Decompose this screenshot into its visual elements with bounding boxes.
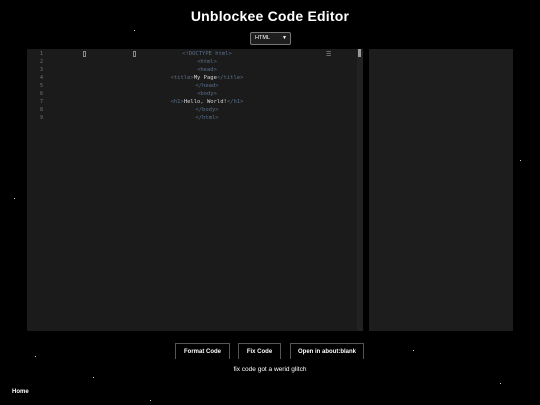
- fix-code-button[interactable]: Fix Code: [238, 343, 281, 359]
- code-editor[interactable]: 1 2 3 4 5 6 7 8 9 <!DOCTYPE html> <html>…: [27, 49, 363, 331]
- code-line: </head>: [195, 83, 219, 89]
- code-line: <body>: [197, 91, 217, 97]
- line-number: 9: [39, 115, 43, 121]
- language-select[interactable]: HTML ▼: [250, 32, 291, 45]
- editor-scrollbar[interactable]: [357, 49, 363, 331]
- home-link[interactable]: Home: [12, 389, 29, 395]
- line-number: 6: [39, 91, 43, 97]
- line-number: 8: [39, 107, 43, 113]
- status-message: fix code got a werid glitch: [233, 366, 307, 373]
- code-line: <h1>Hello, World!</h1>: [170, 99, 244, 105]
- code-line: <head>: [197, 67, 217, 73]
- editor-scroll-thumb[interactable]: [358, 49, 361, 57]
- line-number: 2: [39, 59, 43, 65]
- code-line: </html>: [195, 115, 219, 121]
- minimap-icon[interactable]: ☰: [326, 51, 331, 58]
- line-number: 4: [39, 75, 43, 81]
- line-number: 3: [39, 67, 43, 73]
- line-number: 5: [39, 83, 43, 89]
- code-lines[interactable]: <!DOCTYPE html> <html> <head> <title>My …: [67, 50, 347, 122]
- page-title: Unblockee Code Editor: [190, 8, 350, 24]
- preview-pane[interactable]: [369, 49, 513, 331]
- code-line: <title>My Page</title>: [170, 75, 244, 81]
- line-number: 1: [39, 51, 43, 57]
- code-line: </body>: [195, 107, 219, 113]
- code-line: <html>: [197, 59, 217, 65]
- line-number-gutter: 1 2 3 4 5 6 7 8 9: [27, 49, 47, 331]
- open-about-blank-button[interactable]: Open in about:blank: [290, 343, 364, 359]
- code-line: <!DOCTYPE html>: [182, 51, 232, 57]
- chevron-down-icon: ▼: [282, 35, 287, 41]
- line-number: 7: [39, 99, 43, 105]
- format-code-button[interactable]: Format Code: [175, 343, 230, 359]
- language-select-value: HTML: [255, 35, 270, 41]
